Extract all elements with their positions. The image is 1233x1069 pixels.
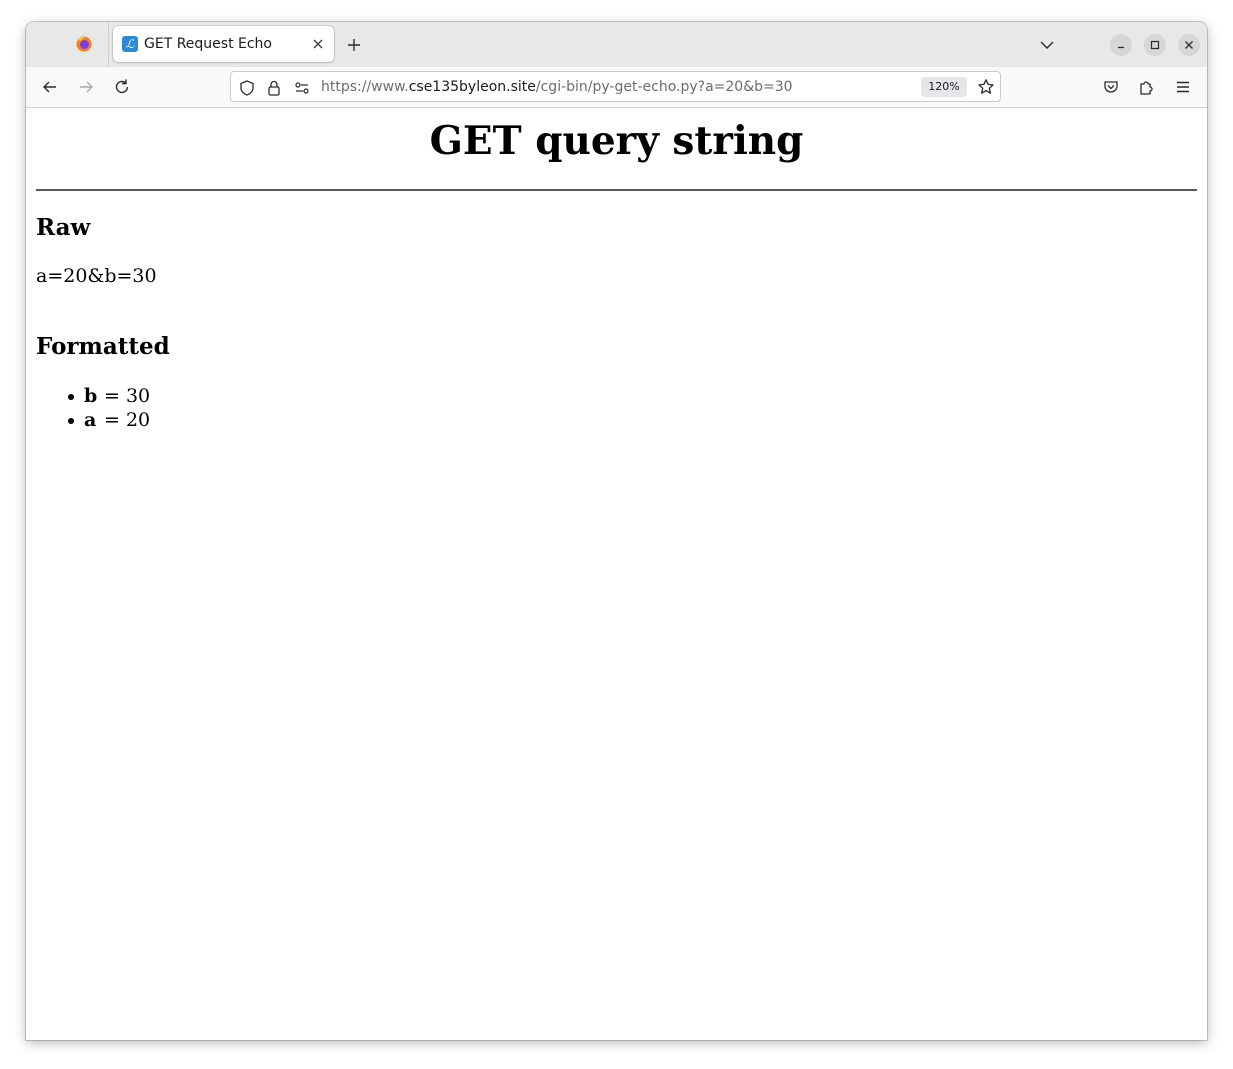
- bullet-icon: [68, 394, 74, 400]
- extensions-puzzle-icon[interactable]: [1137, 77, 1157, 97]
- permissions-icon[interactable]: [293, 79, 311, 97]
- horizontal-rule: [36, 189, 1197, 191]
- bookmark-star-icon[interactable]: [977, 78, 995, 96]
- param-value: = 20: [104, 409, 151, 431]
- zoom-level-button[interactable]: 120%: [921, 77, 967, 97]
- browser-window: ℒ GET Request Echo https://www.cse135byl…: [26, 22, 1207, 1040]
- tab-get-request-echo[interactable]: ℒ GET Request Echo: [113, 26, 334, 62]
- close-icon[interactable]: [309, 35, 327, 53]
- url-text[interactable]: https://www.cse135byleon.site/cgi-bin/py…: [321, 79, 793, 96]
- formatted-heading: Formatted: [36, 333, 170, 360]
- hamburger-menu-icon[interactable]: [1173, 77, 1193, 97]
- tab-strip: ℒ GET Request Echo: [26, 22, 1207, 67]
- maximize-icon[interactable]: [1144, 34, 1166, 56]
- back-arrow-icon[interactable]: [40, 77, 60, 97]
- url-path: /cgi-bin/py-get-echo.py?a=20&b=30: [535, 79, 793, 95]
- chevron-down-icon[interactable]: [1037, 35, 1057, 55]
- url-scheme: https://www.: [321, 79, 409, 95]
- bullet-icon: [68, 418, 74, 424]
- site-favicon-icon: ℒ: [122, 36, 138, 52]
- param-key: b: [84, 385, 98, 407]
- reload-icon[interactable]: [112, 77, 132, 97]
- pocket-icon[interactable]: [1101, 77, 1121, 97]
- tab-title: GET Request Echo: [144, 36, 272, 52]
- address-bar[interactable]: https://www.cse135byleon.site/cgi-bin/py…: [230, 71, 1001, 102]
- window-close-icon[interactable]: [1178, 34, 1200, 56]
- minimize-icon[interactable]: [1110, 34, 1132, 56]
- tracking-protection-shield-icon[interactable]: [238, 79, 256, 97]
- param-value: = 30: [104, 385, 151, 407]
- raw-heading: Raw: [36, 214, 91, 241]
- page-content: GET query string Raw a=20&b=30 Formatted…: [26, 108, 1207, 1040]
- tab-divider: [108, 22, 109, 67]
- url-host: cse135byleon.site: [408, 79, 536, 95]
- raw-query-string: a=20&b=30: [36, 265, 157, 287]
- param-key: a: [84, 409, 97, 431]
- lock-icon[interactable]: [265, 79, 283, 97]
- navigation-toolbar: https://www.cse135byleon.site/cgi-bin/py…: [26, 67, 1207, 108]
- page-title: GET query string: [429, 118, 804, 164]
- firefox-view-icon[interactable]: [74, 34, 94, 54]
- new-tab-plus-icon[interactable]: [344, 35, 364, 55]
- forward-arrow-icon[interactable]: [76, 77, 96, 97]
